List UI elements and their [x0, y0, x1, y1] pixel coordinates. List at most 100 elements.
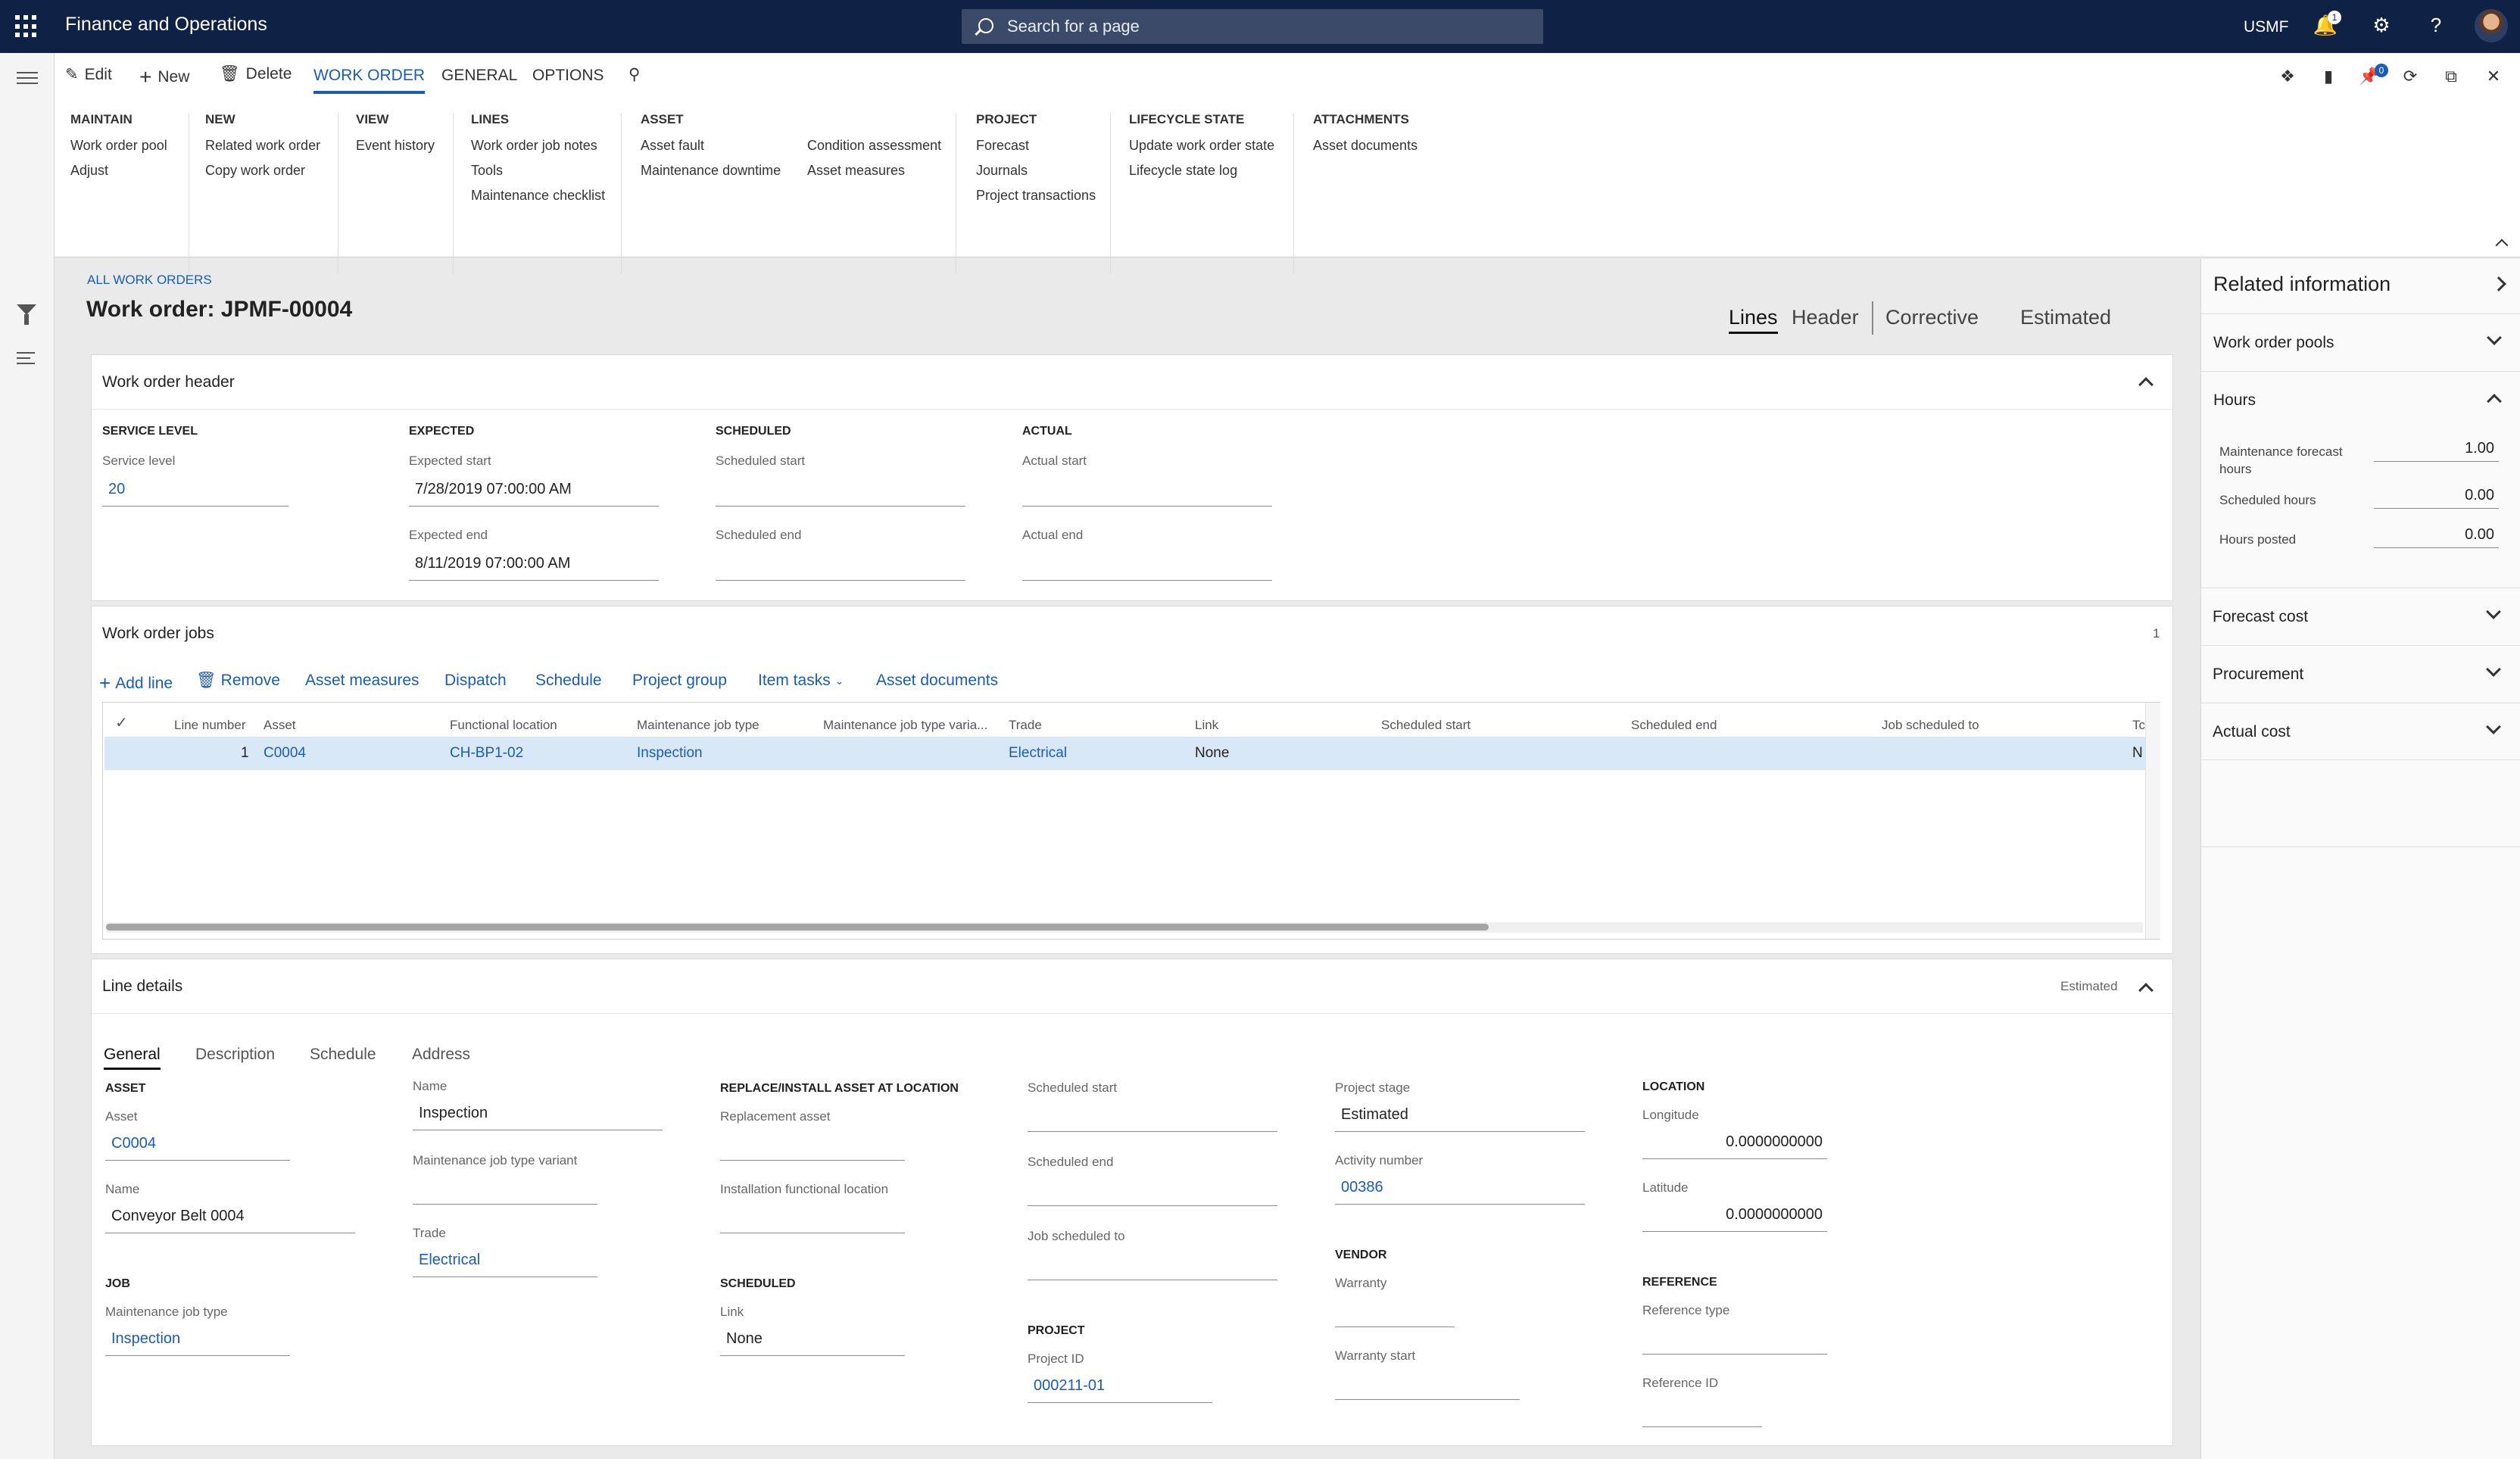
asset-fault-button[interactable]: Asset fault	[641, 138, 781, 163]
section-label[interactable]: Hours	[2213, 391, 2256, 410]
event-history-button[interactable]: Event history	[356, 138, 435, 163]
project-stage-field[interactable]: Estimated	[1335, 1106, 1585, 1132]
delete-button[interactable]: 🗑 Delete	[220, 65, 292, 83]
tab-description[interactable]: Description	[195, 1046, 275, 1064]
line-scheduled-end-field[interactable]	[1028, 1180, 1277, 1206]
app-title[interactable]: Finance and Operations	[65, 14, 267, 36]
help-icon[interactable]: ?	[2423, 12, 2449, 38]
asset-documents-button[interactable]: Asset documents	[876, 672, 998, 690]
add-line-button[interactable]: + Add line	[99, 672, 173, 695]
expected-start-field[interactable]: 7/28/2019 07:00:00 AM	[409, 481, 659, 507]
hamburger-menu-icon[interactable]	[17, 68, 38, 89]
warranty-field[interactable]	[1335, 1302, 1455, 1327]
section-actual-cost[interactable]: Actual cost	[2200, 703, 2520, 760]
scheduled-start-field[interactable]	[716, 481, 965, 507]
table-row[interactable]: 1 C0004 CH-BP1-02 Inspection Electrical …	[104, 737, 2145, 770]
section-forecast-cost[interactable]	[2201, 846, 2520, 904]
office-icon[interactable]: ▮	[2317, 65, 2340, 88]
dispatch-button[interactable]: Dispatch	[444, 672, 507, 690]
list-icon[interactable]	[17, 348, 38, 369]
new-button[interactable]: + New	[139, 65, 189, 89]
remove-button[interactable]: 🗑 Remove	[196, 672, 280, 690]
refresh-icon[interactable]: ⟳	[2399, 65, 2422, 88]
app-launcher-icon[interactable]	[15, 15, 38, 38]
trade-field[interactable]: Electrical	[413, 1252, 597, 1277]
job-scheduled-to-field[interactable]	[1028, 1255, 1277, 1280]
tab-general[interactable]: General	[104, 1046, 161, 1070]
close-icon[interactable]: ✕	[2482, 65, 2505, 88]
column-header[interactable]: Scheduled start	[1381, 718, 1471, 733]
project-transactions-button[interactable]: Project transactions	[976, 188, 1096, 213]
latitude-field[interactable]: 0.0000000000	[1642, 1206, 1827, 1232]
chevron-up-icon[interactable]	[2487, 394, 2502, 409]
condition-assessment-button[interactable]: Condition assessment	[807, 138, 941, 163]
job-name-field[interactable]: Inspection	[413, 1105, 663, 1130]
collapse-icon[interactable]	[2138, 983, 2154, 998]
service-level-field[interactable]: 20	[102, 481, 288, 507]
job-type-cell[interactable]: Inspection	[637, 745, 703, 762]
related-work-order-button[interactable]: Related work order	[205, 138, 320, 163]
job-type-field[interactable]: Inspection	[105, 1330, 290, 1356]
forecast-button[interactable]: Forecast	[976, 138, 1096, 163]
vertical-scrollbar[interactable]	[2145, 703, 2160, 939]
column-header[interactable]: Maintenance job type	[637, 718, 759, 733]
column-header[interactable]: Scheduled end	[1631, 718, 1717, 733]
column-header[interactable]: Functional location	[450, 718, 557, 733]
asset-documents-button[interactable]: Asset documents	[1313, 138, 1418, 163]
maintenance-checklist-button[interactable]: Maintenance checklist	[471, 188, 605, 213]
section-procurement[interactable]: Procurement	[2200, 645, 2520, 703]
job-type-variant-field[interactable]	[413, 1179, 597, 1205]
journals-button[interactable]: Journals	[976, 163, 1096, 188]
search-input[interactable]: Search for a page	[962, 9, 1543, 44]
asset-name-field[interactable]: Conveyor Belt 0004	[105, 1208, 355, 1233]
avatar[interactable]	[2475, 9, 2508, 42]
section-forecast-cost[interactable]: Forecast cost	[2200, 588, 2520, 645]
reference-type-field[interactable]	[1642, 1329, 1827, 1355]
line-scheduled-start-field[interactable]	[1028, 1106, 1277, 1132]
trade-cell[interactable]: Electrical	[1009, 745, 1067, 762]
asset-measures-button[interactable]: Asset measures	[305, 672, 419, 690]
asset-field[interactable]: C0004	[105, 1135, 290, 1161]
work-order-job-notes-button[interactable]: Work order job notes	[471, 138, 605, 163]
adjust-button[interactable]: Adjust	[70, 163, 167, 188]
longitude-field[interactable]: 0.0000000000	[1642, 1133, 1827, 1159]
card-header[interactable]: Line details Estimated	[92, 959, 2172, 1014]
column-header[interactable]: Job scheduled to	[1882, 718, 1979, 733]
asset-cell[interactable]: C0004	[264, 745, 306, 762]
collapse-action-pane-icon[interactable]	[2495, 238, 2509, 252]
actual-end-field[interactable]	[1022, 555, 1272, 581]
breadcrumb[interactable]: ALL WORK ORDERS	[87, 273, 212, 288]
warranty-start-field[interactable]	[1335, 1374, 1520, 1400]
copy-work-order-button[interactable]: Copy work order	[205, 163, 320, 188]
view-tab-header[interactable]: Header	[1792, 306, 1859, 329]
item-tasks-dropdown[interactable]: Item tasks ⌄	[758, 672, 844, 690]
update-work-order-state-button[interactable]: Update work order state	[1129, 138, 1274, 163]
schedule-button[interactable]: Schedule	[535, 672, 602, 690]
work-order-pool-button[interactable]: Work order pool	[70, 138, 167, 163]
replacement-asset-field[interactable]	[720, 1135, 905, 1161]
card-header[interactable]: Work order header	[92, 355, 2172, 410]
maintenance-downtime-button[interactable]: Maintenance downtime	[641, 163, 781, 188]
asset-measures-button[interactable]: Asset measures	[807, 163, 941, 188]
actual-start-field[interactable]	[1022, 481, 1272, 507]
horizontal-scrollbar-thumb[interactable]	[106, 924, 1489, 931]
gear-icon[interactable]: ⚙	[2369, 12, 2394, 38]
company-picker[interactable]: USMF	[2244, 18, 2289, 36]
column-header[interactable]: Trade	[1009, 718, 1042, 733]
column-header[interactable]: Asset	[264, 718, 296, 733]
attachments-icon[interactable]: 📌 0	[2358, 64, 2388, 88]
column-header[interactable]: Line number	[174, 718, 246, 733]
tab-address[interactable]: Address	[412, 1046, 470, 1064]
expected-end-field[interactable]: 8/11/2019 07:00:00 AM	[409, 555, 659, 581]
filter-icon[interactable]	[17, 304, 38, 326]
column-header[interactable]: Link	[1195, 718, 1218, 733]
functional-location-cell[interactable]: CH-BP1-02	[450, 745, 523, 762]
edit-button[interactable]: ✎ Edit	[65, 65, 112, 84]
tab-general[interactable]: GENERAL	[441, 67, 517, 85]
column-header[interactable]: Maintenance job type varia...	[823, 718, 987, 733]
search-actions-icon[interactable]: ⚲	[628, 65, 640, 84]
collapse-icon[interactable]	[2138, 377, 2154, 392]
lifecycle-state-log-button[interactable]: Lifecycle state log	[1129, 163, 1274, 188]
column-header[interactable]: Tc	[2132, 718, 2145, 733]
scheduled-end-field[interactable]	[716, 555, 965, 581]
